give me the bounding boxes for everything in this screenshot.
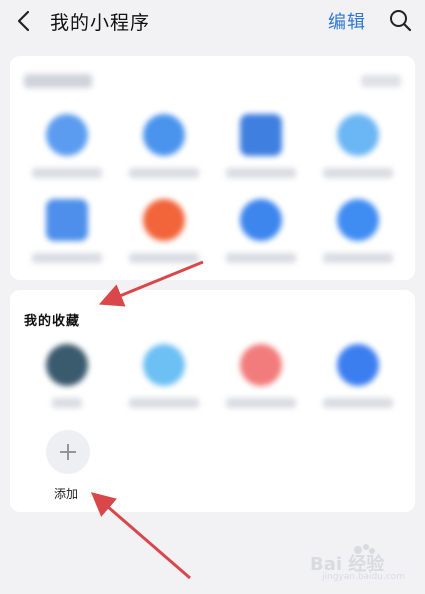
mini-app-item[interactable] [22, 114, 112, 194]
mini-app-label [129, 253, 199, 263]
mini-app-item[interactable] [119, 114, 209, 194]
favorite-app-label [226, 398, 296, 408]
mini-app-item[interactable] [216, 114, 306, 194]
mini-app-icon [143, 114, 185, 156]
page-title: 我的小程序 [50, 12, 151, 34]
mini-app-icon [240, 114, 282, 156]
favorite-app-icon [240, 344, 282, 386]
mini-app-item[interactable] [22, 199, 112, 279]
favorite-app-label [52, 398, 82, 408]
mini-app-label [323, 168, 393, 178]
favorite-app-item[interactable] [216, 344, 306, 424]
mini-app-label [129, 168, 199, 178]
add-favorite-button[interactable] [46, 430, 90, 474]
mini-app-icon [143, 199, 185, 241]
add-favorite-label: 添加 [54, 487, 79, 501]
favorite-app-item[interactable] [119, 344, 209, 424]
favorites-card: 我的收藏 添加 [10, 290, 415, 512]
favorite-app-label [323, 398, 393, 408]
favorite-app-label [129, 398, 199, 408]
plus-icon [60, 444, 76, 460]
mini-app-item[interactable] [313, 114, 403, 194]
mini-app-label [32, 168, 102, 178]
mini-app-icon [240, 199, 282, 241]
recent-apps-card [10, 56, 415, 280]
favorite-app-icon [143, 344, 185, 386]
mini-app-label [226, 168, 296, 178]
recent-section-more[interactable] [361, 75, 401, 87]
back-icon[interactable] [14, 10, 34, 32]
mini-app-item[interactable] [119, 199, 209, 279]
recent-section-title [24, 74, 92, 88]
search-icon[interactable] [388, 8, 412, 32]
favorite-app-icon [337, 344, 379, 386]
mini-app-icon [337, 199, 379, 241]
mini-app-item[interactable] [313, 199, 403, 279]
mini-app-label [226, 253, 296, 263]
top-bar: 我的小程序 编辑 [0, 0, 425, 46]
favorite-app-item[interactable] [22, 344, 112, 424]
favorite-app-icon [46, 344, 88, 386]
watermark-url: jingyan.baidu.com [322, 572, 406, 582]
edit-button[interactable]: 编辑 [328, 8, 366, 34]
mini-app-label [32, 253, 102, 263]
mini-app-icon [46, 114, 88, 156]
mini-app-icon [337, 114, 379, 156]
mini-app-item[interactable] [216, 199, 306, 279]
favorites-title: 我的收藏 [24, 314, 81, 329]
favorite-app-item[interactable] [313, 344, 403, 424]
mini-app-label [323, 253, 393, 263]
mini-app-icon [46, 199, 88, 241]
